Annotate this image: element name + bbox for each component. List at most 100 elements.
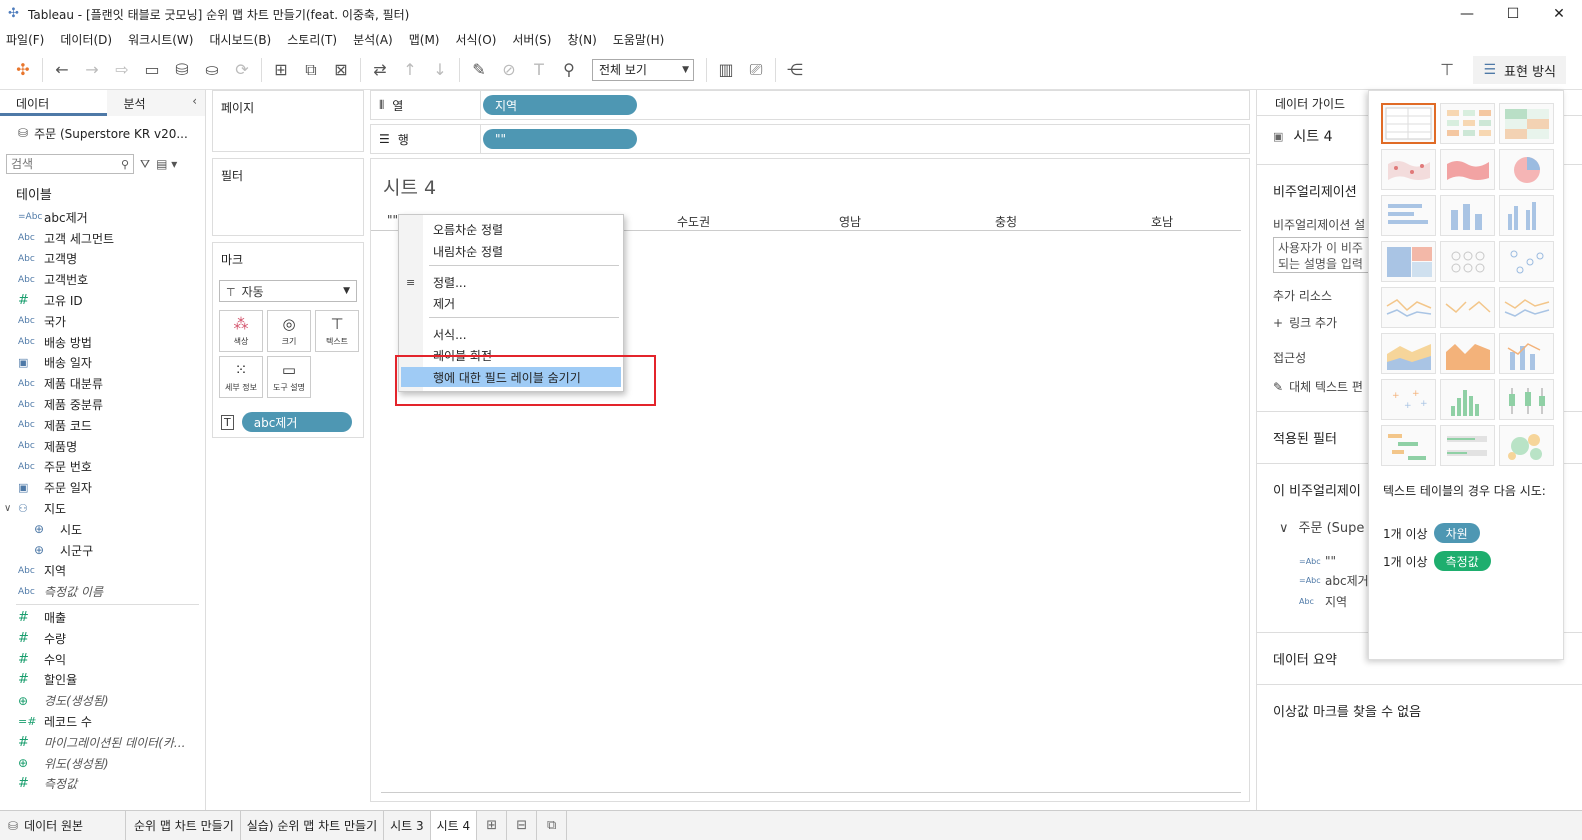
- field-item[interactable]: # 고유 ID: [0, 290, 205, 311]
- fit-dropdown[interactable]: 전체 보기 ▼: [592, 58, 694, 81]
- menu-story[interactable]: 스토리(T): [287, 31, 337, 48]
- menu-file[interactable]: 파일(F): [6, 31, 44, 48]
- field-item[interactable]: # 수량: [0, 628, 205, 649]
- chart-text-table[interactable]: [1381, 103, 1436, 144]
- chart-dual-lines[interactable]: [1499, 287, 1554, 328]
- chart-highlight-table[interactable]: [1499, 103, 1554, 144]
- highlight-icon[interactable]: ✎: [464, 56, 494, 84]
- filters-card[interactable]: 필터: [212, 158, 364, 236]
- field-item[interactable]: ⊕ 시군구: [0, 540, 205, 561]
- chart-area-discrete[interactable]: [1440, 333, 1495, 374]
- tab-data[interactable]: 데이터: [0, 90, 108, 116]
- chart-filled-map[interactable]: [1440, 149, 1495, 190]
- chart-symbol-map[interactable]: [1381, 149, 1436, 190]
- column-header[interactable]: 수도권: [677, 213, 710, 230]
- menu-help[interactable]: 도움말(H): [613, 31, 665, 48]
- menu-format[interactable]: 서식(O): [456, 31, 497, 48]
- pin-icon[interactable]: ⊤: [1440, 60, 1454, 79]
- field-item[interactable]: Abc 고객명: [0, 249, 205, 270]
- new-dashboard-icon[interactable]: ⊟: [507, 810, 538, 840]
- chart-dual-combination[interactable]: [1499, 333, 1554, 374]
- field-item[interactable]: Abc 고객번호: [0, 269, 205, 290]
- menu-data[interactable]: 데이터(D): [60, 31, 112, 48]
- tableau-home-icon[interactable]: ✣: [8, 56, 38, 84]
- sheet-tab[interactable]: 시트 3: [384, 810, 431, 840]
- save-icon[interactable]: ▭: [137, 56, 167, 84]
- sheet-title[interactable]: 시트 4: [383, 173, 436, 200]
- mark-type-dropdown[interactable]: ⊤ 자동 ▼: [219, 280, 357, 302]
- text-button[interactable]: ⊤ 텍스트: [315, 310, 359, 352]
- chart-horizontal-bars[interactable]: [1381, 195, 1436, 236]
- search-input[interactable]: [11, 157, 111, 171]
- field-item[interactable]: ▣ 주문 일자: [0, 477, 205, 498]
- sheet-tab[interactable]: 실습) 순위 맵 차트 만들기: [241, 810, 385, 840]
- field-item[interactable]: ⊕ 시도: [0, 519, 205, 540]
- chart-side-by-side-circles[interactable]: [1499, 241, 1554, 282]
- menu-item-sort-ascending[interactable]: 오름차순 정렬: [399, 219, 623, 239]
- field-item[interactable]: Abc 주문 번호: [0, 457, 205, 478]
- undo-icon[interactable]: ←: [47, 56, 77, 84]
- chart-box-plot[interactable]: [1499, 379, 1554, 420]
- field-item[interactable]: =Abc abc제거: [0, 207, 205, 228]
- pause-updates-icon[interactable]: ⛀: [197, 56, 227, 84]
- field-item[interactable]: Abc 측정값 이름: [0, 581, 205, 602]
- field-item[interactable]: =# 레코드 수: [0, 711, 205, 732]
- datasource-item[interactable]: ⛁ 주문 (Superstore KR v20...: [0, 116, 205, 150]
- detail-button[interactable]: ⁙ 세부 정보: [219, 356, 263, 398]
- menu-worksheet[interactable]: 워크시트(W): [128, 31, 193, 48]
- field-item[interactable]: # 할인율: [0, 670, 205, 691]
- close-button[interactable]: ✕: [1536, 0, 1582, 28]
- swap-rows-columns-icon[interactable]: ⇄: [365, 56, 395, 84]
- share-icon[interactable]: ⋲: [780, 56, 810, 84]
- show-me-button[interactable]: ☰ 표현 방식: [1473, 56, 1566, 84]
- chart-continuous-lines[interactable]: [1381, 287, 1436, 328]
- field-item[interactable]: Abc 제품 대분류: [0, 373, 205, 394]
- rows-pill[interactable]: "": [483, 129, 637, 149]
- field-item[interactable]: # 매출: [0, 607, 205, 628]
- menu-window[interactable]: 창(N): [567, 31, 596, 48]
- show-mark-labels-icon[interactable]: T: [524, 56, 554, 84]
- redo-icon[interactable]: →: [77, 56, 107, 84]
- chart-area-continuous[interactable]: [1381, 333, 1436, 374]
- menu-dashboard[interactable]: 대시보드(B): [209, 31, 271, 48]
- tooltip-button[interactable]: ▭ 도구 설명: [267, 356, 311, 398]
- chart-gantt[interactable]: [1381, 425, 1436, 466]
- field-item[interactable]: Abc 제품 중분류: [0, 394, 205, 415]
- group-members-icon[interactable]: ⊘: [494, 56, 524, 84]
- menu-server[interactable]: 서버(S): [512, 31, 551, 48]
- size-button[interactable]: ◎ 크기: [267, 310, 311, 352]
- menu-item-remove[interactable]: 제거: [399, 293, 623, 313]
- new-datasource-icon[interactable]: ⛁: [167, 56, 197, 84]
- rows-shelf[interactable]: ☰ 행 "": [370, 124, 1250, 154]
- columns-pill[interactable]: 지역: [483, 95, 637, 115]
- chevron-down-icon[interactable]: ∨: [4, 503, 18, 514]
- field-item[interactable]: Abc 지역: [0, 561, 205, 582]
- chart-histogram[interactable]: [1440, 379, 1495, 420]
- duplicate-sheet-icon[interactable]: ⧉: [296, 56, 326, 84]
- view-options-icon[interactable]: ▤ ▾: [156, 157, 177, 171]
- sheet-tab-active[interactable]: 시트 4: [430, 810, 478, 840]
- minimize-button[interactable]: —: [1444, 0, 1490, 28]
- column-header[interactable]: 충청: [995, 213, 1017, 230]
- field-item[interactable]: ⊕ 경도(생성됨): [0, 690, 205, 711]
- marks-pill[interactable]: abc제거: [241, 412, 352, 432]
- columns-shelf[interactable]: ⦀ 열 지역: [370, 90, 1250, 120]
- chart-treemap[interactable]: [1381, 241, 1436, 282]
- tab-analysis[interactable]: 분석 ‹: [107, 90, 205, 116]
- chart-pie[interactable]: [1499, 149, 1554, 190]
- menu-analysis[interactable]: 분석(A): [353, 31, 393, 48]
- menu-map[interactable]: 맵(M): [409, 31, 440, 48]
- chart-circle-view[interactable]: [1440, 241, 1495, 282]
- collapse-icon[interactable]: ‹: [192, 94, 197, 108]
- column-header[interactable]: 영남: [839, 213, 861, 230]
- field-item[interactable]: ▣ 배송 일자: [0, 353, 205, 374]
- chart-stacked-bars[interactable]: [1440, 195, 1495, 236]
- field-item[interactable]: ⊕ 위도(생성됨): [0, 753, 205, 774]
- fix-axes-icon[interactable]: ⚲: [554, 56, 584, 84]
- chart-discrete-lines[interactable]: [1440, 287, 1495, 328]
- new-story-icon[interactable]: ⧉: [537, 810, 568, 840]
- color-button[interactable]: ⁂ 색상: [219, 310, 263, 352]
- field-item[interactable]: Abc 제품명: [0, 436, 205, 457]
- field-item[interactable]: # 측정값: [0, 774, 205, 795]
- field-item[interactable]: Abc 제품 코드: [0, 415, 205, 436]
